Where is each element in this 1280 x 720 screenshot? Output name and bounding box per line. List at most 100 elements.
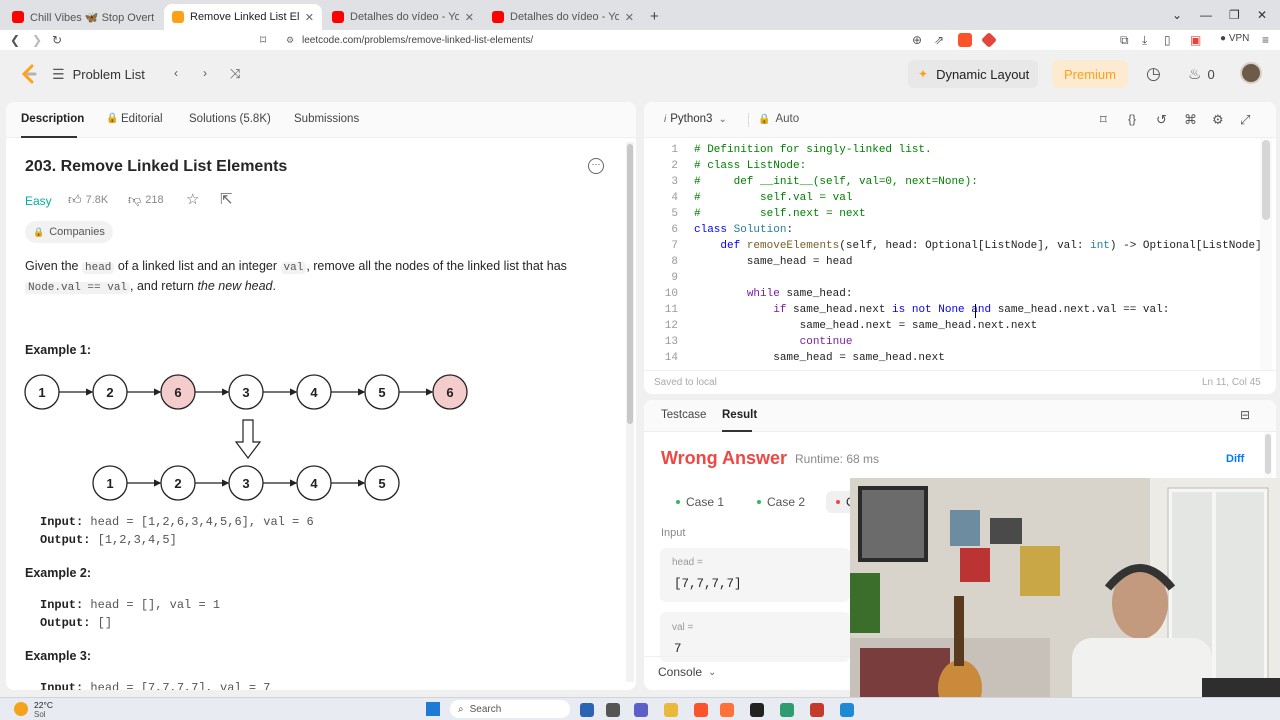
code-line[interactable]: class Solution: bbox=[694, 224, 793, 236]
tab-search-icon[interactable]: ⌄ bbox=[1172, 8, 1182, 22]
pass-dot-icon bbox=[757, 500, 761, 504]
code-line[interactable]: if same_head.next is not None and same_h… bbox=[694, 304, 1169, 316]
star-icon[interactable]: ☆ bbox=[186, 190, 199, 208]
sidebar-icon[interactable]: ▯ bbox=[1164, 33, 1171, 47]
share-icon[interactable]: ⇗ bbox=[934, 33, 944, 47]
teams-icon[interactable] bbox=[634, 703, 648, 717]
windows-start-icon[interactable] bbox=[426, 702, 440, 716]
description-panel: Description 🔒 Editorial Solutions (5.8K)… bbox=[6, 102, 636, 690]
extensions-icon[interactable]: ⧉ bbox=[1120, 33, 1129, 48]
bookmark-icon[interactable]: ⌑ bbox=[260, 33, 266, 47]
code-line[interactable]: same_head = same_head.next bbox=[694, 352, 945, 364]
prev-problem-icon[interactable]: ‹ bbox=[166, 66, 186, 84]
dynamic-layout-button[interactable]: ✦ Dynamic Layout bbox=[908, 60, 1038, 88]
maximize-icon[interactable]: ❐ bbox=[1229, 8, 1240, 22]
close-tab-icon[interactable]: ✕ bbox=[619, 11, 634, 24]
shortcut-icon[interactable]: ⌘ bbox=[1184, 112, 1197, 128]
companies-tag[interactable]: 🔒 Companies bbox=[25, 221, 113, 243]
scrollbar-thumb[interactable] bbox=[1262, 140, 1270, 220]
timer-icon[interactable]: ◷ bbox=[1146, 64, 1161, 84]
tab-testcase[interactable]: Testcase bbox=[661, 409, 706, 421]
browser-tab-4[interactable]: Detalhes do vídeo - YouTube Studio ✕ bbox=[484, 4, 642, 30]
settings-gear-icon[interactable]: ⚙ bbox=[1212, 112, 1224, 128]
description-scrollbar[interactable] bbox=[626, 142, 634, 682]
downloads-icon[interactable]: ⤓ bbox=[1142, 33, 1147, 48]
forward-icon[interactable]: ❯ bbox=[32, 33, 42, 47]
example-3-input: head = [7,7,7,7], val = 7 bbox=[90, 681, 271, 690]
brave-rewards-icon[interactable] bbox=[981, 32, 997, 48]
close-tab-icon[interactable]: ✕ bbox=[299, 11, 314, 24]
code-line[interactable]: # self.val = val bbox=[694, 192, 852, 204]
vscode-icon[interactable] bbox=[840, 703, 854, 717]
close-window-icon[interactable]: ✕ bbox=[1257, 8, 1267, 22]
line-number: 8 bbox=[671, 256, 678, 268]
app-icon[interactable] bbox=[780, 703, 794, 717]
case-2-tab[interactable]: Case 2 bbox=[747, 491, 815, 513]
code-line[interactable]: same_head = head bbox=[694, 256, 853, 268]
url-field[interactable]: ⚙ leetcode.com/problems/remove-linked-li… bbox=[282, 32, 922, 49]
shuffle-icon[interactable]: ⤨ bbox=[230, 66, 240, 82]
scrollbar-thumb[interactable] bbox=[1265, 434, 1271, 474]
file-explorer-icon[interactable] bbox=[606, 703, 620, 717]
app-icon[interactable] bbox=[810, 703, 824, 717]
code-area[interactable]: 1 # Definition for singly-linked list. 2 # … bbox=[644, 142, 1269, 370]
taskbar-search[interactable]: ⌕ Search bbox=[450, 700, 570, 718]
collapse-panel-icon[interactable]: ⊟ bbox=[1240, 408, 1250, 422]
bookmark-icon[interactable]: ⌑ bbox=[1100, 112, 1107, 128]
vpn-button[interactable]: ● VPN bbox=[1220, 33, 1249, 44]
more-options-icon[interactable]: ··· bbox=[588, 158, 604, 174]
tab-description[interactable]: Description bbox=[21, 113, 84, 125]
browser-tab-1[interactable]: Chill Vibes 🦋 Stop Overthinking bbox=[4, 4, 162, 30]
minimize-icon[interactable]: — bbox=[1200, 8, 1212, 22]
close-tab-icon[interactable]: ✕ bbox=[459, 11, 474, 24]
site-info-icon[interactable]: ⚙ bbox=[286, 32, 294, 49]
browser-tab-2[interactable]: Remove Linked List Elements - Le ✕ bbox=[164, 4, 322, 30]
code-line[interactable]: while same_head: bbox=[694, 288, 853, 300]
tab-result[interactable]: Result bbox=[722, 409, 757, 421]
case-1-tab[interactable]: Case 1 bbox=[666, 491, 734, 513]
tab-solutions[interactable]: Solutions (5.8K) bbox=[189, 113, 271, 125]
menu-icon[interactable]: ≡ bbox=[1262, 33, 1269, 47]
autocomplete-toggle[interactable]: 🔒 Auto bbox=[758, 113, 799, 125]
code-line[interactable]: def removeElements(self, head: Optional[… bbox=[694, 240, 1268, 252]
terminal-icon[interactable] bbox=[750, 703, 764, 717]
line-number: 14 bbox=[664, 352, 678, 364]
taskview-icon[interactable] bbox=[580, 703, 594, 717]
firefox-icon[interactable] bbox=[720, 703, 734, 717]
problem-list-button[interactable]: ☰ Problem List bbox=[52, 66, 145, 83]
like-button[interactable]: 👍︎ 7.8K bbox=[68, 192, 108, 208]
next-problem-icon[interactable]: › bbox=[195, 66, 215, 84]
folder-icon[interactable] bbox=[664, 703, 678, 717]
code-line[interactable]: # self.next = next bbox=[694, 208, 866, 220]
avatar[interactable] bbox=[1240, 62, 1262, 84]
brave-shields-icon[interactable] bbox=[958, 33, 972, 47]
tab-editorial[interactable]: Editorial bbox=[121, 113, 163, 125]
tab-submissions[interactable]: Submissions bbox=[294, 113, 359, 125]
braces-icon[interactable]: {} bbox=[1128, 112, 1136, 126]
diff-toggle[interactable]: Diff bbox=[1226, 453, 1244, 465]
reload-icon[interactable]: ↻ bbox=[52, 33, 62, 47]
code-line[interactable]: continue bbox=[694, 336, 853, 348]
code-line[interactable]: same_head.next = same_head.next.next bbox=[694, 320, 1038, 332]
leetcode-logo-icon[interactable] bbox=[20, 64, 38, 87]
reset-icon[interactable]: ↺ bbox=[1156, 112, 1167, 128]
code-line[interactable]: # def __init__(self, val=0, next=None): bbox=[694, 176, 978, 188]
zoom-icon[interactable]: ⊕ bbox=[912, 33, 922, 47]
browser-tab-3[interactable]: Detalhes do vídeo - YouTube Studio ✕ bbox=[324, 4, 482, 30]
language-select[interactable]: i Python3 ⌄ bbox=[664, 113, 727, 125]
weather-sun-icon[interactable] bbox=[14, 702, 28, 716]
dislike-button[interactable]: 👎︎ 218 bbox=[128, 192, 164, 208]
code-line[interactable]: # class ListNode: bbox=[694, 160, 806, 172]
scrollbar-thumb[interactable] bbox=[627, 144, 633, 424]
editor-scrollbar[interactable] bbox=[1260, 138, 1272, 370]
back-icon[interactable]: ❮ bbox=[10, 33, 20, 47]
new-tab-icon[interactable]: + bbox=[650, 8, 659, 25]
share-icon[interactable]: ⇱ bbox=[220, 190, 233, 208]
console-toggle[interactable]: Console ⌄ bbox=[658, 665, 716, 679]
brave-icon[interactable] bbox=[694, 703, 708, 717]
streak-counter[interactable]: ♨ 0 bbox=[1188, 65, 1215, 83]
wallet-icon[interactable]: ▣ bbox=[1190, 33, 1201, 47]
premium-button[interactable]: Premium bbox=[1052, 60, 1128, 88]
code-line[interactable]: # Definition for singly-linked list. bbox=[694, 144, 932, 156]
expand-icon[interactable]: ⤢ bbox=[1240, 112, 1250, 128]
